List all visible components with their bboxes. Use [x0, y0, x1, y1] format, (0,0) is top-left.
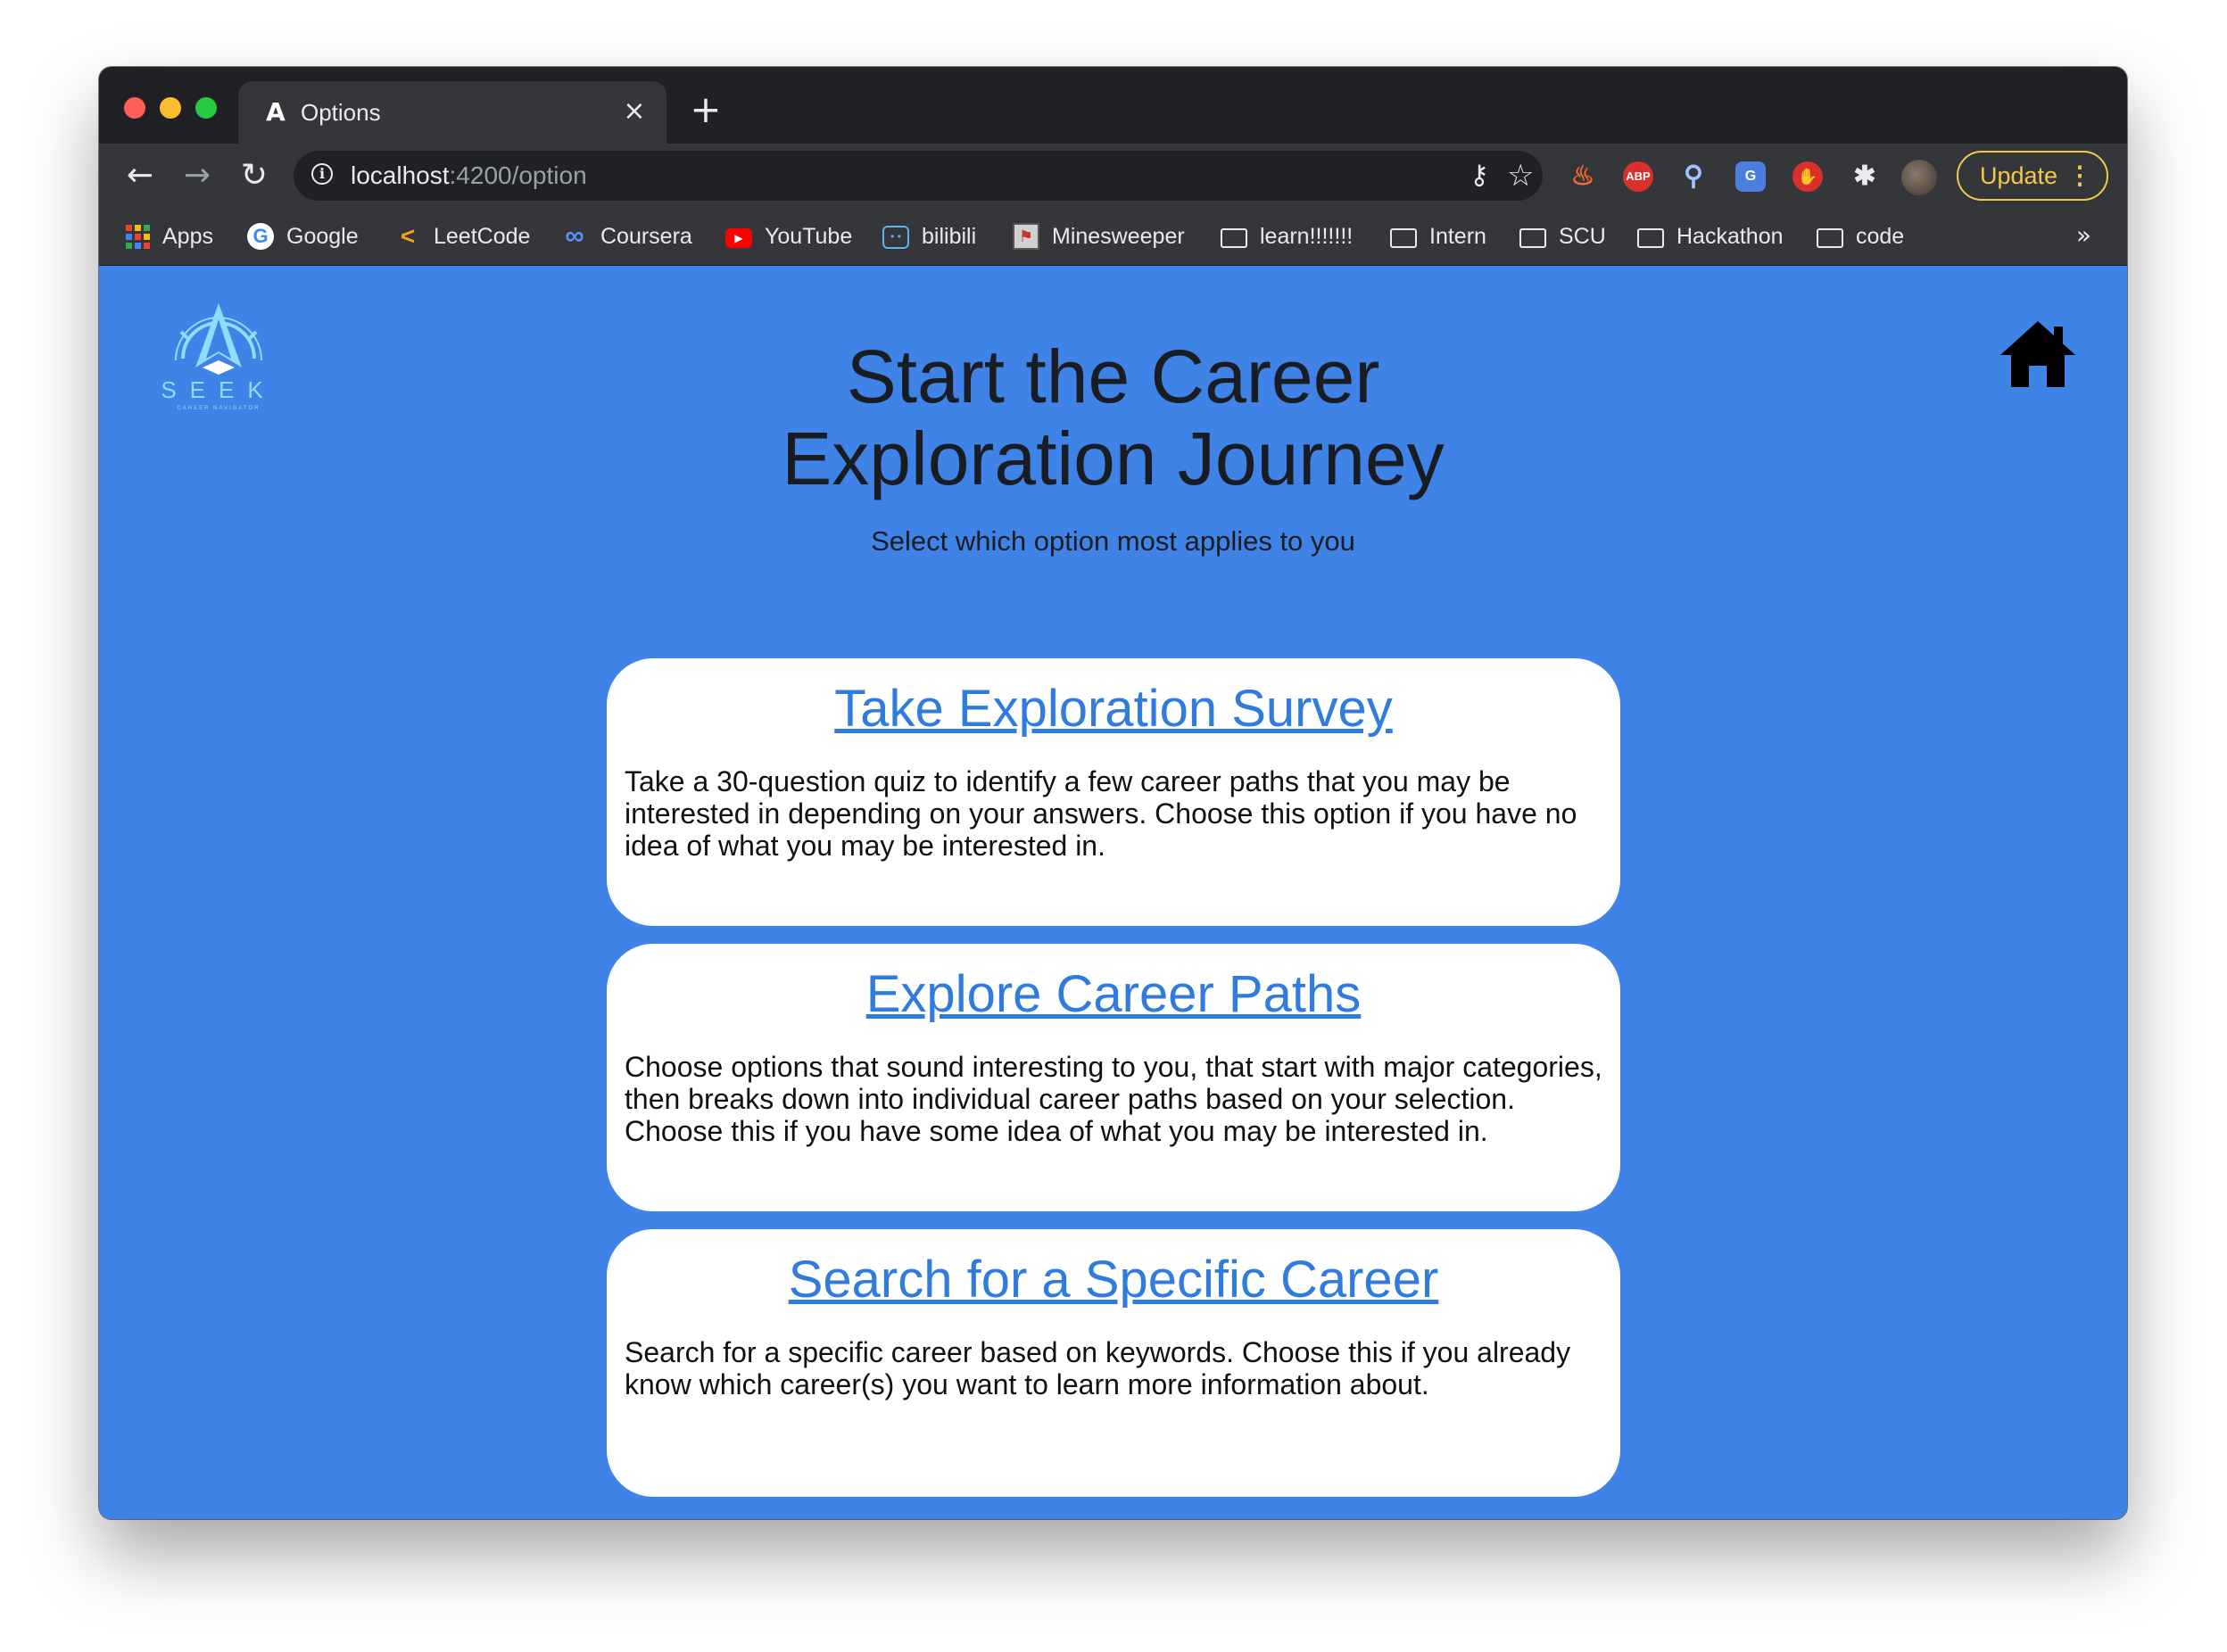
exploration-survey-link[interactable]: Take Exploration Survey — [625, 680, 1602, 739]
bookmark-coursera[interactable]: ∞ Coursera — [561, 208, 692, 265]
bookmark-minesweeper[interactable]: ⚑ Minesweeper — [1013, 208, 1185, 265]
option-card-survey: Take Exploration Survey Take a 30-questi… — [607, 658, 1620, 926]
folder-icon — [1817, 228, 1843, 248]
extensions-puzzle-icon[interactable]: ✱ — [1850, 161, 1880, 192]
page-subtitle: Select which option most applies to you — [871, 525, 1355, 557]
url-text[interactable]: localhost:4200/option — [351, 162, 587, 189]
bookmark-google[interactable]: G Google — [247, 208, 359, 265]
google-icon: G — [247, 223, 274, 250]
bookmark-folder-learn[interactable]: learn!!!!!!! — [1221, 208, 1353, 265]
browser-toolbar: ← → ↻ i localhost:4200/option ⚷ ☆ ♨ ABP … — [99, 144, 2127, 208]
option-card-paths: Explore Career Paths Choose options that… — [607, 944, 1620, 1211]
bookmark-label: Intern — [1429, 223, 1486, 249]
tab-options[interactable]: A Options × — [238, 81, 666, 144]
url-host: localhost — [351, 161, 450, 189]
bookmark-label: learn!!!!!!! — [1260, 223, 1354, 249]
bookmark-youtube[interactable]: ▶ YouTube — [725, 208, 852, 265]
maximize-window-button[interactable] — [195, 97, 217, 119]
bookmark-label: YouTube — [765, 223, 853, 249]
translate-extension-icon[interactable]: G — [1735, 161, 1766, 192]
new-tab-icon[interactable]: + — [688, 91, 724, 128]
profile-avatar[interactable] — [1901, 160, 1937, 195]
url-path: :4200/option — [449, 161, 587, 189]
explore-career-paths-link[interactable]: Explore Career Paths — [625, 965, 1602, 1024]
coursera-icon: ∞ — [565, 221, 584, 251]
folder-icon — [1637, 228, 1664, 248]
option-description: Choose options that sound interesting to… — [625, 1051, 1602, 1147]
bookmark-label: Coursera — [600, 223, 692, 249]
folder-icon — [1221, 228, 1247, 248]
bookmark-folder-hackathon[interactable]: Hackathon — [1637, 208, 1784, 265]
bookmark-folder-code[interactable]: code — [1817, 208, 1904, 265]
address-bar[interactable]: i localhost:4200/option ⚷ ☆ — [294, 151, 1543, 201]
bookmark-bilibili[interactable]: • • bilibili — [882, 208, 976, 265]
key-icon[interactable]: ⚷ — [1469, 160, 1489, 192]
bilibili-icon: • • — [882, 226, 909, 249]
folder-icon — [1390, 228, 1417, 248]
reload-icon[interactable]: ↻ — [233, 154, 276, 197]
bookmark-leetcode[interactable]: < LeetCode — [394, 208, 531, 265]
bookmark-label: Google — [286, 223, 359, 249]
folder-icon — [1519, 228, 1546, 248]
angular-icon: A — [266, 97, 286, 127]
search-extension-icon[interactable]: ⚲ — [1678, 161, 1709, 192]
bookmark-label: LeetCode — [434, 223, 531, 249]
bookmark-star-icon[interactable]: ☆ — [1507, 158, 1534, 194]
page-title-line-1: Start the Career — [846, 335, 1380, 418]
bookmark-folder-intern[interactable]: Intern — [1390, 208, 1486, 265]
more-bookmarks-chevron-icon[interactable]: » — [2076, 220, 2091, 251]
update-button[interactable]: Update ⋮ — [1957, 151, 2108, 201]
search-specific-career-link[interactable]: Search for a Specific Career — [625, 1251, 1602, 1309]
bookmark-label: code — [1856, 223, 1905, 249]
browser-window: A Options × + ← → ↻ i localhost:4200/opt… — [99, 67, 2127, 1519]
bookmark-label: bilibili — [922, 223, 977, 249]
option-card-search: Search for a Specific Career Search for … — [607, 1229, 1620, 1497]
bookmark-apps[interactable]: Apps — [126, 208, 213, 265]
bookmark-label: SCU — [1559, 223, 1606, 249]
minimize-window-button[interactable] — [160, 97, 181, 119]
more-menu-icon[interactable]: ⋮ — [2067, 153, 2092, 199]
bookmark-folder-scu[interactable]: SCU — [1519, 208, 1606, 265]
bookmark-label: Minesweeper — [1052, 223, 1185, 249]
option-description: Search for a specific career based on ke… — [625, 1336, 1571, 1400]
bookmark-label: Hackathon — [1676, 223, 1784, 249]
adblock-plus-icon[interactable]: ABP — [1623, 161, 1653, 192]
back-arrow-icon[interactable]: ← — [119, 154, 161, 197]
fire-extension-icon[interactable]: ♨ — [1568, 161, 1598, 192]
page-content: SEEK CAREER NAVIGATOR Start the Career E… — [99, 266, 2127, 1519]
minesweeper-icon: ⚑ — [1013, 223, 1039, 250]
apps-grid-icon — [126, 224, 150, 249]
bookmarks-bar: Apps G Google < LeetCode ∞ Coursera ▶ Yo… — [99, 208, 2127, 266]
close-window-button[interactable] — [124, 97, 145, 119]
option-description: Take a 30-question quiz to identify a fe… — [625, 765, 1577, 862]
tab-title: Options — [301, 98, 381, 126]
update-label: Update — [1980, 162, 2058, 189]
page-title: Start the Career Exploration Journey — [99, 335, 2127, 500]
tab-strip: A Options × + — [99, 67, 2127, 144]
youtube-icon: ▶ — [725, 228, 752, 248]
page-title-line-2: Exploration Journey — [782, 417, 1445, 500]
info-icon[interactable]: i — [311, 163, 333, 185]
block-hand-extension-icon[interactable]: ✋ — [1792, 161, 1823, 192]
leetcode-icon: < — [400, 222, 416, 250]
close-tab-icon[interactable]: × — [622, 98, 647, 125]
bookmark-label: Apps — [162, 223, 213, 249]
forward-arrow-icon[interactable]: → — [176, 154, 219, 197]
